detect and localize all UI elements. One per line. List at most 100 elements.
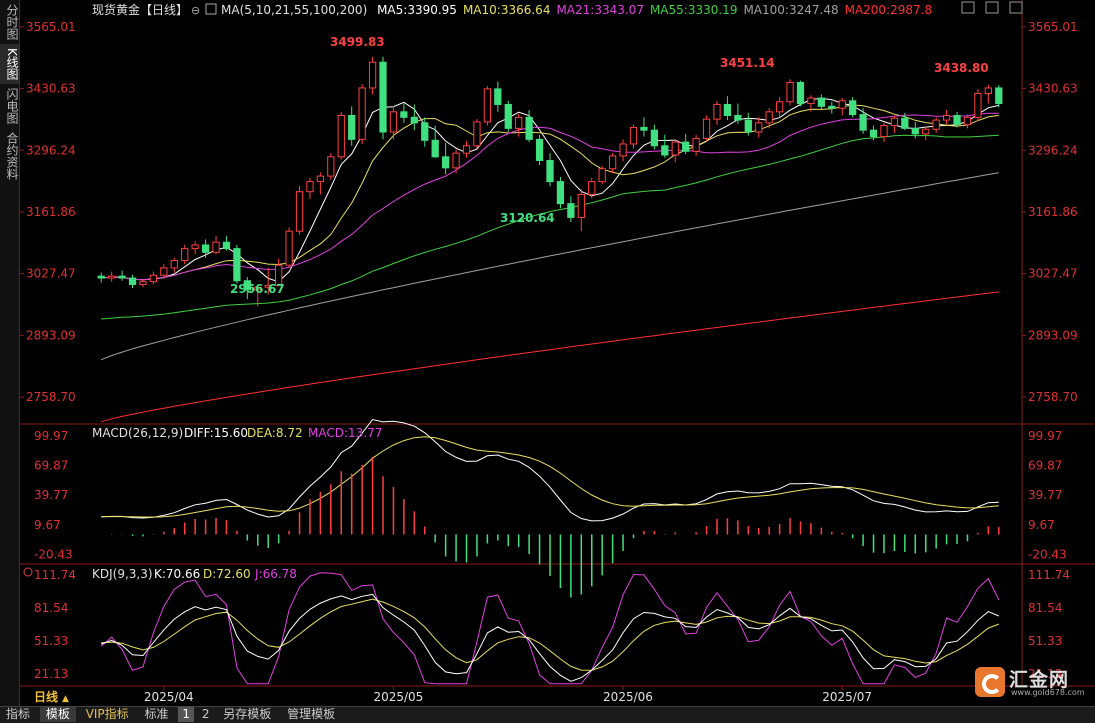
period-dropdown-icon[interactable]: ▲ — [62, 694, 69, 704]
ma-legend-item: MA21:3343.07 — [556, 3, 644, 17]
candle-body — [421, 122, 429, 141]
settings-icon[interactable] — [205, 3, 217, 15]
candle-body — [713, 103, 721, 120]
candle-body — [442, 156, 450, 169]
candle-body — [828, 105, 836, 109]
candle-body — [619, 143, 627, 157]
anno-low-2: 2956.67 — [230, 282, 285, 296]
candle-body — [661, 145, 669, 156]
candle-body — [118, 275, 126, 279]
y-tick-label-right: 3296.24 — [1028, 143, 1078, 157]
ma-legend: MA(5,10,21,55,100,200) MA5:3390.95 MA10:3… — [221, 3, 932, 17]
candle-body — [629, 126, 638, 145]
kdj-panel: 111.74 111.7481.54 81.5451.33 51.3321.13 21.… — [34, 568, 1070, 685]
candle-body — [160, 267, 168, 276]
candle-body — [473, 121, 481, 147]
macd-tick-left: -20.43 — [34, 548, 73, 562]
candle-body — [890, 117, 899, 127]
tab-layout-2[interactable]: 2 — [198, 707, 214, 722]
candle-body — [222, 241, 231, 250]
candle-body — [97, 275, 105, 279]
kdj-settings-icon[interactable] — [23, 567, 33, 577]
kdj-tick-right: 51.33 — [1028, 634, 1062, 648]
y-tick-label-left: 3430.63 — [26, 82, 76, 96]
tab-template[interactable]: 模板 — [39, 707, 76, 722]
save-template-button[interactable]: 另存模板 — [217, 707, 277, 722]
candle-body — [212, 241, 220, 253]
macd-tick-right: 39.77 — [1028, 488, 1062, 502]
macd-tick-right: 9.67 — [1028, 518, 1055, 532]
candle-body — [588, 181, 596, 195]
refresh-icon[interactable]: ⊖ — [191, 4, 200, 17]
candle-body — [546, 159, 554, 183]
y-tick-label-right: 3161.86 — [1028, 205, 1078, 219]
candle-body — [869, 129, 878, 138]
candle-body — [233, 248, 241, 282]
y-tick-label-right: 2893.09 — [1028, 328, 1078, 342]
tab-indicator[interactable]: 指标 — [0, 707, 36, 722]
candle-body — [389, 111, 398, 133]
candle-body — [535, 138, 544, 161]
candle-body — [295, 191, 304, 232]
kdj-label: KDJ(9,3,3) — [92, 567, 153, 581]
candle-body — [306, 181, 314, 193]
y-tick-label-left: 2893.09 — [26, 328, 76, 342]
macd-tick-left: 9.67 — [34, 518, 61, 532]
candle-body — [692, 137, 700, 152]
y-tick-label-left: 2758.70 — [26, 390, 76, 404]
y-tick-label-right: 2758.70 — [1028, 390, 1078, 404]
candle-body — [139, 281, 147, 285]
candle-body — [922, 128, 930, 135]
kdj-j: J:66.78 — [254, 567, 297, 581]
candle-body — [128, 277, 137, 285]
candle-body — [358, 87, 366, 140]
candle-body — [608, 155, 617, 170]
candle-body — [911, 127, 919, 135]
manage-template-button[interactable]: 管理模板 — [281, 707, 341, 722]
candle-body — [796, 81, 805, 105]
tab-standard[interactable]: 标准 — [139, 707, 175, 722]
candle-body — [963, 116, 972, 126]
ma-legend-item: MA100:3247.48 — [743, 3, 838, 17]
candle-body — [640, 126, 648, 131]
period-label[interactable]: 日线 — [34, 689, 58, 704]
candle-body — [775, 101, 784, 113]
candle-body — [765, 111, 773, 124]
candle-body — [577, 193, 585, 218]
macd-value: MACD:13.77 — [308, 426, 382, 440]
candle-body — [671, 141, 679, 156]
window-controls[interactable] — [961, 1, 1023, 14]
ma200-line — [101, 291, 999, 423]
logo: 汇金网 www.gold678.com — [975, 667, 1087, 699]
candle-body — [379, 61, 387, 133]
panel-frames — [20, 0, 1095, 687]
candle-body — [327, 156, 335, 177]
candle-body — [734, 114, 742, 121]
candle-body — [682, 141, 690, 152]
kdj-tick-left: 81.54 — [34, 601, 68, 615]
candle-body — [462, 145, 471, 154]
kdj-d: D:72.60 — [203, 567, 251, 581]
y-tick-label-left: 3161.86 — [26, 205, 76, 219]
macd-dea: DEA:8.72 — [247, 426, 303, 440]
candle-body — [515, 116, 523, 129]
x-tick-label: 2025/06 — [603, 690, 653, 704]
kdj-tick-right: 81.54 — [1028, 601, 1062, 615]
chart-area[interactable]: 99.97 99.97 69.87 69.87 39.77 39.77 9.67 9.67 -2… — [0, 0, 1095, 706]
candles — [97, 56, 1003, 307]
kdj-tick-left: 21.13 — [34, 667, 68, 681]
kdj-tick-left: 51.33 — [34, 634, 68, 648]
candle-body — [932, 119, 940, 130]
candle-body — [452, 152, 460, 169]
candle-body — [849, 100, 857, 116]
candle-body — [901, 117, 909, 129]
candle-body — [108, 275, 116, 279]
candle-body — [723, 103, 732, 116]
y-tick-label-left: 3565.01 — [26, 20, 76, 34]
tab-vip-indicator[interactable]: VIP指标 — [80, 707, 135, 722]
ma-legend-item: MA10:3366.64 — [463, 3, 551, 17]
candle-body — [880, 125, 888, 138]
macd-tick-left: 39.77 — [34, 488, 68, 502]
ma-legend-item: MA55:3330.19 — [650, 3, 738, 17]
tab-layout-1[interactable]: 1 — [178, 707, 194, 722]
